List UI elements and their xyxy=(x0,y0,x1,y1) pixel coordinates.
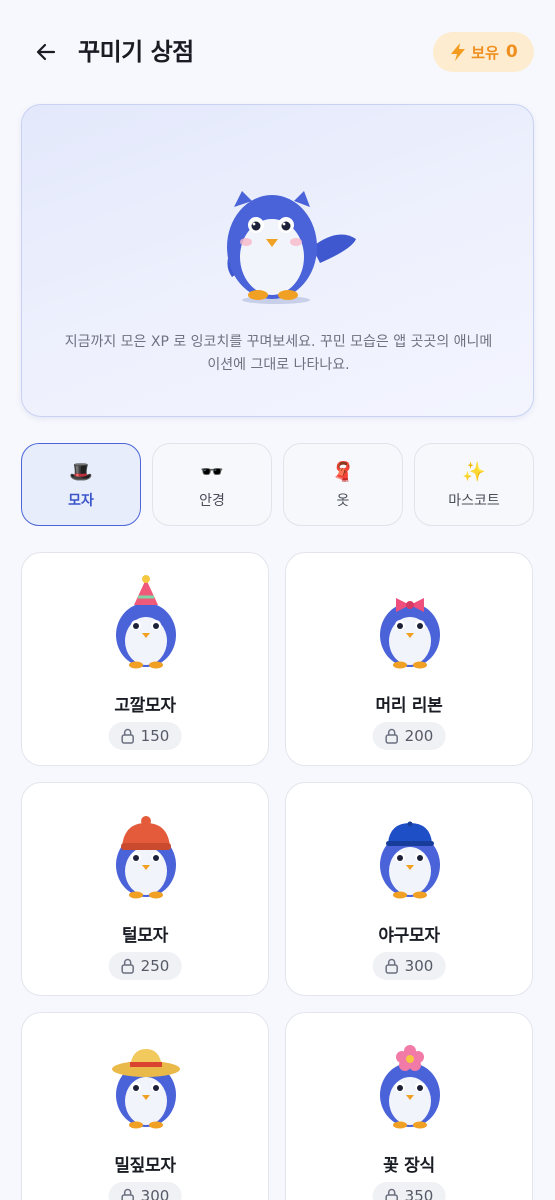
hair-ribbon-mascot-image xyxy=(380,598,440,669)
shop-item-card[interactable]: 머리 리본 200 xyxy=(285,552,533,766)
baseball-cap-mascot-image xyxy=(380,821,440,899)
tab-label: 옷 xyxy=(336,492,350,509)
price-badge: 300 xyxy=(108,1182,182,1200)
lock-icon xyxy=(121,958,134,974)
item-name: 고깔모자 xyxy=(114,696,176,716)
item-price: 300 xyxy=(404,957,434,975)
tab-label: 모자 xyxy=(68,492,94,509)
category-tabs: 🎩 모자 🕶️ 안경 🧣 옷 ✨ 마스코트 xyxy=(21,443,534,526)
price-badge: 150 xyxy=(108,722,182,750)
tab-clothes[interactable]: 🧣 옷 xyxy=(283,443,403,526)
page-title: 꾸미기 상점 xyxy=(78,38,194,66)
price-badge: 250 xyxy=(108,952,182,980)
shop-item-card[interactable]: 털모자 250 xyxy=(21,782,269,996)
price-badge: 300 xyxy=(372,952,446,980)
shop-item-card[interactable]: 꽃 장식 350 xyxy=(285,1012,533,1200)
mascot-preview-image xyxy=(227,191,356,304)
item-name: 밀짚모자 xyxy=(114,1156,176,1176)
back-button[interactable] xyxy=(28,36,64,68)
tab-glasses[interactable]: 🕶️ 안경 xyxy=(152,443,272,526)
sparkles-icon: ✨ xyxy=(462,460,486,483)
sunglasses-icon: 🕶️ xyxy=(200,460,224,483)
tab-label: 안경 xyxy=(199,492,225,509)
arrow-left-icon xyxy=(36,43,56,61)
item-name: 털모자 xyxy=(121,926,169,946)
shop-item-card[interactable]: 고깔모자 150 xyxy=(21,552,269,766)
item-price: 250 xyxy=(140,957,170,975)
item-name: 머리 리본 xyxy=(375,696,443,716)
tab-mascot[interactable]: ✨ 마스코트 xyxy=(414,443,534,526)
flower-mascot-image xyxy=(380,1045,440,1129)
lock-icon xyxy=(121,728,134,744)
preview-description: 지금까지 모은 XP 로 잉코치를 꾸며보세요. 꾸민 모습은 앱 곳곳의 애니… xyxy=(52,331,505,377)
party-hat-mascot-image xyxy=(116,575,176,669)
description-line-2: 이션에 그대로 나타나요. xyxy=(207,357,350,373)
price-badge: 350 xyxy=(372,1182,446,1200)
lock-icon xyxy=(385,728,398,744)
scarf-icon: 🧣 xyxy=(331,460,355,483)
tab-label: 마스코트 xyxy=(448,492,500,509)
item-price: 150 xyxy=(140,727,170,745)
item-price: 200 xyxy=(404,727,434,745)
straw-hat-mascot-image xyxy=(112,1049,180,1129)
lightning-icon xyxy=(451,43,466,61)
beanie-mascot-image xyxy=(116,816,176,899)
shop-item-card[interactable]: 야구모자 300 xyxy=(285,782,533,996)
lock-icon xyxy=(121,1188,134,1200)
price-badge: 200 xyxy=(372,722,446,750)
top-bar: 꾸미기 상점 보유 0 xyxy=(0,0,555,104)
lock-icon xyxy=(385,1188,398,1200)
item-price: 300 xyxy=(140,1187,170,1200)
item-name: 꽃 장식 xyxy=(383,1156,435,1176)
item-name: 야구모자 xyxy=(378,926,440,946)
top-hat-icon: 🎩 xyxy=(69,460,93,483)
lock-icon xyxy=(385,958,398,974)
tab-hat[interactable]: 🎩 모자 xyxy=(21,443,141,526)
balance-value: 0 xyxy=(505,42,518,62)
description-line-1: 지금까지 모은 XP 로 잉코치를 꾸며보세요. 꾸민 모습은 앱 곳곳의 애니… xyxy=(64,334,493,350)
item-price: 350 xyxy=(404,1187,434,1200)
shop-item-card[interactable]: 밀짚모자 300 xyxy=(21,1012,269,1200)
mascot-preview-card: 지금까지 모은 XP 로 잉코치를 꾸며보세요. 꾸민 모습은 앱 곳곳의 애니… xyxy=(21,104,534,417)
balance-label: 보유 xyxy=(471,43,499,62)
xp-balance-badge[interactable]: 보유 0 xyxy=(433,32,534,72)
